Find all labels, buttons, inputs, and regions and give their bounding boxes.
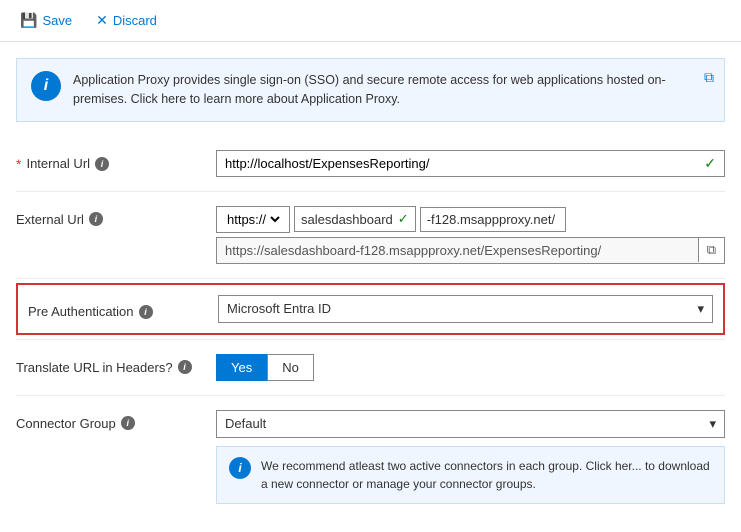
discard-label: Discard (113, 13, 157, 28)
translate-url-toggle-group: Yes No (216, 354, 725, 381)
discard-button[interactable]: ✕ Discard (92, 10, 161, 31)
external-url-label-text: External Url (16, 212, 84, 227)
connector-group-info-icon[interactable]: i (121, 416, 135, 430)
translate-no-button[interactable]: No (267, 354, 314, 381)
subdomain-check-icon: ✓ (398, 211, 409, 227)
internal-url-check-icon: ✓ (696, 155, 724, 172)
discard-icon: ✕ (96, 12, 108, 29)
pre-authentication-row: Pre Authentication i Microsoft Entra ID … (16, 283, 725, 335)
connector-group-value: Default (225, 416, 266, 431)
internal-url-control: ✓ (216, 150, 725, 177)
external-url-row: External Url i https:// http:// salesdas… (16, 194, 725, 276)
connector-group-row: Connector Group i Default ▾ i We recomme… (16, 398, 725, 516)
pre-auth-value: Microsoft Entra ID (227, 301, 331, 316)
translate-yes-button[interactable]: Yes (216, 354, 267, 381)
internal-url-label: * Internal Url i (16, 150, 216, 172)
translate-url-label-text: Translate URL in Headers? (16, 360, 173, 375)
translate-url-control: Yes No (216, 354, 725, 381)
internal-url-row: * Internal Url i ✓ (16, 138, 725, 189)
internal-url-label-text: Internal Url (26, 156, 90, 171)
form-area: * Internal Url i ✓ External Url i https:… (0, 130, 741, 532)
connector-info-text: We recommend atleast two active connecto… (261, 457, 712, 493)
domain-text: -f128.msappproxy.net/ (427, 212, 555, 227)
external-url-label: External Url i (16, 206, 216, 227)
external-url-row1: https:// http:// salesdashboard ✓ -f128.… (216, 206, 725, 233)
connector-group-label: Connector Group i (16, 410, 216, 431)
connector-info-icon: i (229, 457, 251, 479)
external-link-icon[interactable]: ⧉ (704, 69, 714, 86)
pre-auth-control: Microsoft Entra ID ▾ (218, 295, 713, 323)
external-url-full-input[interactable] (217, 238, 698, 263)
info-icon: i (31, 71, 61, 101)
connector-group-dropdown-arrow: ▾ (709, 416, 716, 432)
pre-auth-info-icon[interactable]: i (139, 305, 153, 319)
connector-group-select-box[interactable]: Default ▾ (216, 410, 725, 438)
info-banner-text: Application Proxy provides single sign-o… (73, 71, 710, 109)
toolbar: 💾 Save ✕ Discard (0, 0, 741, 42)
internal-url-input[interactable] (217, 151, 696, 176)
connector-group-control: Default ▾ i We recommend atleast two act… (216, 410, 725, 504)
connector-info-banner: i We recommend atleast two active connec… (216, 446, 725, 504)
pre-auth-select-box[interactable]: Microsoft Entra ID ▾ (218, 295, 713, 323)
required-star: * (16, 156, 21, 172)
save-button[interactable]: 💾 Save (16, 10, 76, 31)
connector-group-label-text: Connector Group (16, 416, 116, 431)
external-url-full-wrapper: ⧉ (216, 237, 725, 264)
translate-url-info-icon[interactable]: i (178, 360, 192, 374)
domain-box[interactable]: -f128.msappproxy.net/ (420, 207, 566, 232)
translate-url-row: Translate URL in Headers? i Yes No (16, 342, 725, 393)
info-banner: i Application Proxy provides single sign… (16, 58, 725, 122)
pre-auth-dropdown-arrow: ▾ (697, 301, 704, 317)
internal-url-input-wrapper: ✓ (216, 150, 725, 177)
save-label: Save (42, 13, 72, 28)
protocol-select-box[interactable]: https:// http:// (216, 206, 290, 233)
subdomain-text: salesdashboard (301, 212, 393, 227)
internal-url-info-icon[interactable]: i (95, 157, 109, 171)
pre-auth-label: Pre Authentication i (28, 298, 218, 319)
protocol-select[interactable]: https:// http:// (223, 211, 283, 228)
translate-url-label: Translate URL in Headers? i (16, 354, 216, 375)
external-url-info-icon[interactable]: i (89, 212, 103, 226)
save-icon: 💾 (20, 12, 37, 29)
copy-url-button[interactable]: ⧉ (698, 238, 724, 262)
pre-auth-label-text: Pre Authentication (28, 304, 134, 319)
subdomain-box: salesdashboard ✓ (294, 206, 416, 232)
external-url-control: https:// http:// salesdashboard ✓ -f128.… (216, 206, 725, 264)
